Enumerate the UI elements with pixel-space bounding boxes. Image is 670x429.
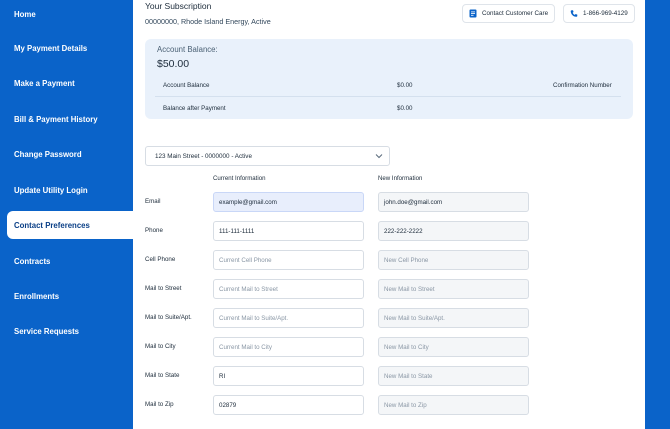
sidebar-item-label: Update Utility Login xyxy=(14,185,88,195)
divider xyxy=(155,96,621,97)
sidebar-item-label: Contact Preferences xyxy=(14,220,90,230)
sidebar-item-label: My Payment Details xyxy=(14,43,88,53)
sidebar-item-label: Change Password xyxy=(14,149,82,159)
sidebar-item-label: Enrollments xyxy=(14,291,60,301)
phone-number-label: 1-866-969-4129 xyxy=(583,10,628,17)
sidebar-item-contact-preferences[interactable]: Contact Preferences xyxy=(7,211,133,239)
right-background-strip xyxy=(645,0,670,429)
new-mail-street-field[interactable]: New Mail to Street xyxy=(378,279,529,299)
new-mail-zip-field[interactable]: New Mail to Zip xyxy=(378,395,529,415)
balance-amount: $50.00 xyxy=(157,58,190,70)
current-email-field[interactable]: example@gmail.com xyxy=(213,192,364,212)
new-mail-suite-field[interactable]: New Mail to Suite/Apt. xyxy=(378,308,529,328)
sidebar-item-change-password[interactable]: Change Password xyxy=(7,140,133,168)
sidebar-item-service-requests[interactable]: Service Requests xyxy=(7,317,133,345)
account-balance-label: Account Balance xyxy=(163,82,210,89)
service-address-select[interactable]: 123 Main Street - 0000000 - Active xyxy=(145,146,390,166)
chevron-down-icon xyxy=(375,154,383,159)
new-mail-city-field[interactable]: New Mail to City xyxy=(378,337,529,357)
new-mail-suite-placeholder: New Mail to Suite/Apt. xyxy=(384,314,445,322)
new-information-header: New Information xyxy=(378,175,423,182)
confirmation-number-label: Confirmation Number xyxy=(553,82,612,89)
mail-state-label: Mail to State xyxy=(145,372,180,379)
sidebar-item-enrollments[interactable]: Enrollments xyxy=(7,282,133,310)
current-mail-state-field[interactable]: RI xyxy=(213,366,364,386)
mail-city-label: Mail to City xyxy=(145,343,176,350)
phone-icon xyxy=(570,10,578,17)
balance-after-payment-label: Balance after Payment xyxy=(163,105,226,112)
sidebar-item-label: Make a Payment xyxy=(14,78,75,88)
new-email-value: john.doe@gmail.com xyxy=(384,198,443,206)
sidebar-item-label: Home xyxy=(14,9,36,19)
current-information-header: Current Information xyxy=(213,175,266,182)
page-title: Your Subscription xyxy=(145,1,212,11)
new-cell-phone-placeholder: New Cell Phone xyxy=(384,256,429,264)
balance-after-payment-value: $0.00 xyxy=(397,105,413,112)
mail-suite-label: Mail to Suite/Apt. xyxy=(145,314,192,321)
balance-card: Account Balance: $50.00 Account Balance … xyxy=(145,39,633,119)
phone-label: Phone xyxy=(145,227,163,234)
current-mail-zip-field[interactable]: 02879 xyxy=(213,395,364,415)
current-cell-phone-placeholder: Current Cell Phone xyxy=(219,256,272,264)
mail-zip-label: Mail to Zip xyxy=(145,401,174,408)
current-mail-suite-field[interactable]: Current Mail to Suite/Apt. xyxy=(213,308,364,328)
sidebar-item-home[interactable]: Home xyxy=(7,0,133,28)
current-phone-value: 111-111-1111 xyxy=(219,227,255,235)
current-mail-state-value: RI xyxy=(219,372,226,380)
current-email-value: example@gmail.com xyxy=(219,198,277,206)
contact-customer-care-label: Contact Customer Care xyxy=(482,10,549,17)
current-mail-street-placeholder: Current Mail to Street xyxy=(219,285,278,293)
new-mail-street-placeholder: New Mail to Street xyxy=(384,285,435,293)
current-phone-field[interactable]: 111-111-1111 xyxy=(213,221,364,241)
new-phone-value: 222-222-2222 xyxy=(384,227,423,235)
sidebar-item-update-utility-login[interactable]: Update Utility Login xyxy=(7,176,133,204)
sidebar-item-label: Service Requests xyxy=(14,326,80,336)
new-email-field[interactable]: john.doe@gmail.com xyxy=(378,192,529,212)
sidebar-item-label: Bill & Payment History xyxy=(14,114,98,124)
email-label: Email xyxy=(145,198,161,205)
sidebar-item-label: Contracts xyxy=(14,256,51,266)
account-balance-value: $0.00 xyxy=(397,82,413,89)
new-mail-state-placeholder: New Mail to State xyxy=(384,372,433,380)
contact-customer-care-button[interactable]: Contact Customer Care xyxy=(462,4,556,23)
new-cell-phone-field[interactable]: New Cell Phone xyxy=(378,250,529,270)
new-mail-city-placeholder: New Mail to City xyxy=(384,343,429,351)
sidebar-item-bill-history[interactable]: Bill & Payment History xyxy=(7,105,133,133)
current-mail-city-placeholder: Current Mail to City xyxy=(219,343,272,351)
subscription-account: 00000000, Rhode Island Energy, Active xyxy=(145,17,271,26)
service-address-value: 123 Main Street - 0000000 - Active xyxy=(155,152,252,160)
sidebar-item-contracts[interactable]: Contracts xyxy=(7,247,133,275)
current-mail-street-field[interactable]: Current Mail to Street xyxy=(213,279,364,299)
main-content: Your Subscription 00000000, Rhode Island… xyxy=(133,0,645,429)
mail-street-label: Mail to Street xyxy=(145,285,182,292)
phone-button[interactable]: 1-866-969-4129 xyxy=(563,4,635,23)
new-mail-state-field[interactable]: New Mail to State xyxy=(378,366,529,386)
current-cell-phone-field[interactable]: Current Cell Phone xyxy=(213,250,364,270)
new-phone-field[interactable]: 222-222-2222 xyxy=(378,221,529,241)
new-mail-zip-placeholder: New Mail to Zip xyxy=(384,401,427,409)
current-mail-city-field[interactable]: Current Mail to City xyxy=(213,337,364,357)
sidebar-nav: Home My Payment Details Make a Payment B… xyxy=(0,0,133,429)
current-mail-zip-value: 02879 xyxy=(219,401,237,409)
balance-label: Account Balance: xyxy=(157,45,218,54)
sidebar-item-payment-details[interactable]: My Payment Details xyxy=(7,34,133,62)
current-mail-suite-placeholder: Current Mail to Suite/Apt. xyxy=(219,314,289,322)
document-icon xyxy=(469,9,477,18)
sidebar-item-make-payment[interactable]: Make a Payment xyxy=(7,69,133,97)
cell-phone-label: Cell Phone xyxy=(145,256,176,263)
